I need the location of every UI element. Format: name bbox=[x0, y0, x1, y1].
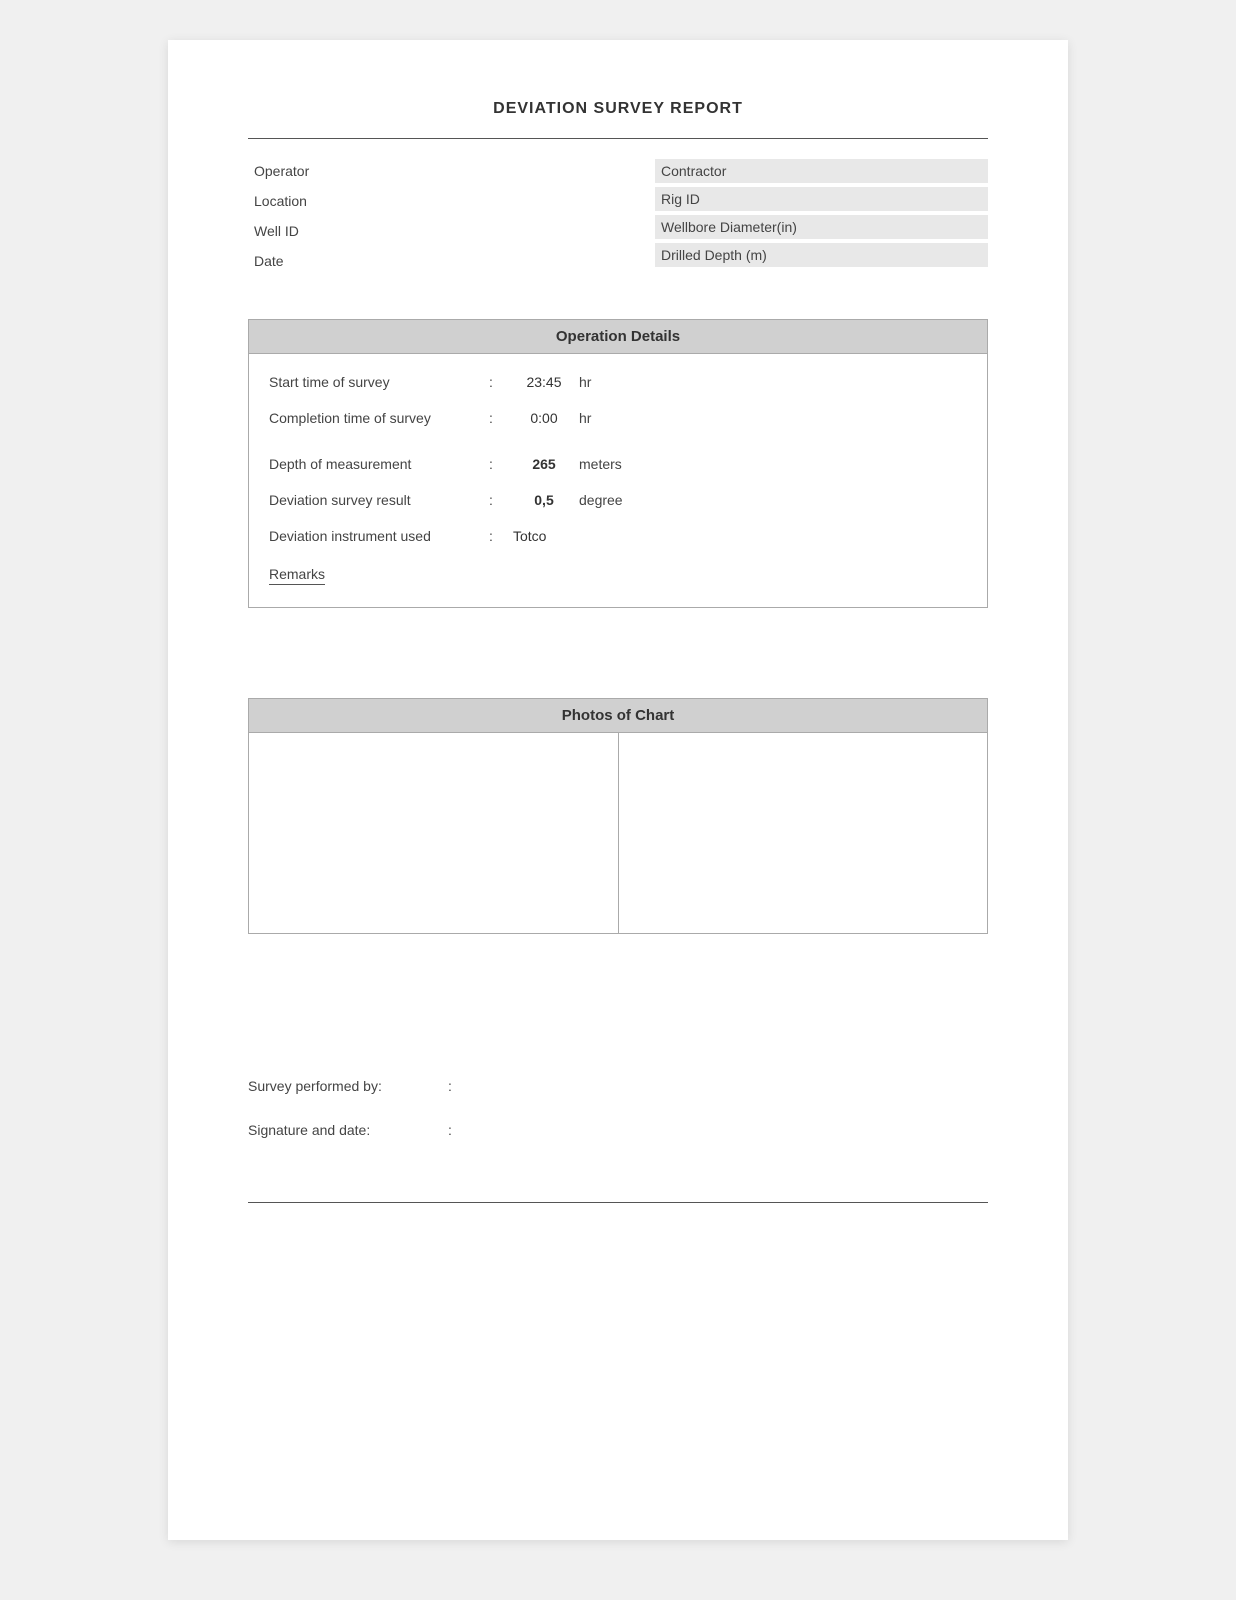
rig-id-row: Rig ID bbox=[655, 187, 988, 211]
location-row: Location bbox=[248, 189, 581, 213]
photo-box-right bbox=[619, 733, 988, 933]
operation-details-header: Operation Details bbox=[249, 320, 987, 354]
contractor-row: Contractor bbox=[655, 159, 988, 183]
completion-time-label: Completion time of survey bbox=[269, 410, 489, 426]
header-left: Operator Location Well ID Date bbox=[248, 159, 581, 279]
date-row: Date bbox=[248, 249, 581, 273]
remarks-label: Remarks bbox=[269, 566, 325, 585]
wellbore-diameter-label: Wellbore Diameter(in) bbox=[661, 219, 797, 235]
depth-colon: : bbox=[489, 456, 509, 472]
spacer-1 bbox=[248, 638, 988, 698]
report-title: DEVIATION SURVEY REPORT bbox=[248, 100, 988, 118]
operation-details-section: Operation Details Start time of survey :… bbox=[248, 319, 988, 608]
signature-date-colon: : bbox=[448, 1122, 452, 1138]
start-time-row: Start time of survey : 23:45 hr bbox=[269, 364, 967, 400]
deviation-instrument-value: Totco bbox=[509, 528, 579, 544]
photos-body bbox=[249, 733, 987, 933]
drilled-depth-row: Drilled Depth (m) bbox=[655, 243, 988, 267]
depth-value: 265 bbox=[509, 456, 579, 472]
photo-box-left bbox=[249, 733, 619, 933]
header-right: Contractor Rig ID Wellbore Diameter(in) … bbox=[655, 159, 988, 279]
depth-row: Depth of measurement : 265 meters bbox=[269, 446, 967, 482]
signature-date-label: Signature and date: bbox=[248, 1122, 448, 1138]
deviation-instrument-label: Deviation instrument used bbox=[269, 528, 489, 544]
operation-details-body: Start time of survey : 23:45 hr Completi… bbox=[249, 354, 987, 607]
completion-time-row: Completion time of survey : 0:00 hr bbox=[269, 400, 967, 436]
completion-time-unit: hr bbox=[579, 410, 591, 426]
performed-by-colon: : bbox=[448, 1078, 452, 1094]
bottom-divider bbox=[248, 1202, 988, 1203]
depth-unit: meters bbox=[579, 456, 622, 472]
well-id-label: Well ID bbox=[254, 223, 384, 239]
location-label: Location bbox=[254, 193, 384, 209]
deviation-result-row: Deviation survey result : 0,5 degree bbox=[269, 482, 967, 518]
remarks-row: Remarks bbox=[269, 554, 967, 597]
completion-time-value: 0:00 bbox=[509, 410, 579, 426]
start-time-colon: : bbox=[489, 374, 509, 390]
signature-section: Survey performed by: : Signature and dat… bbox=[248, 1064, 988, 1152]
contractor-label: Contractor bbox=[661, 163, 791, 179]
deviation-instrument-colon: : bbox=[489, 528, 509, 544]
header-info: Operator Location Well ID Date Contracto… bbox=[248, 159, 988, 279]
date-label: Date bbox=[254, 253, 384, 269]
performed-by-row: Survey performed by: : bbox=[248, 1064, 988, 1108]
start-time-unit: hr bbox=[579, 374, 591, 390]
deviation-result-unit: degree bbox=[579, 492, 623, 508]
performed-by-label: Survey performed by: bbox=[248, 1078, 448, 1094]
deviation-result-label: Deviation survey result bbox=[269, 492, 489, 508]
spacer-2 bbox=[248, 984, 988, 1034]
page-container: DEVIATION SURVEY REPORT Operator Locatio… bbox=[168, 40, 1068, 1540]
deviation-result-value: 0,5 bbox=[509, 492, 579, 508]
deviation-result-colon: : bbox=[489, 492, 509, 508]
start-time-label: Start time of survey bbox=[269, 374, 489, 390]
signature-date-row: Signature and date: : bbox=[248, 1108, 988, 1152]
start-time-value: 23:45 bbox=[509, 374, 579, 390]
rig-id-label: Rig ID bbox=[661, 191, 791, 207]
deviation-instrument-row: Deviation instrument used : Totco bbox=[269, 518, 967, 554]
operator-label: Operator bbox=[254, 163, 384, 179]
completion-time-colon: : bbox=[489, 410, 509, 426]
well-id-row: Well ID bbox=[248, 219, 581, 243]
photos-header: Photos of Chart bbox=[249, 699, 987, 733]
wellbore-diameter-row: Wellbore Diameter(in) bbox=[655, 215, 988, 239]
drilled-depth-label: Drilled Depth (m) bbox=[661, 247, 791, 263]
operator-row: Operator bbox=[248, 159, 581, 183]
top-divider bbox=[248, 138, 988, 139]
depth-label: Depth of measurement bbox=[269, 456, 489, 472]
photos-section: Photos of Chart bbox=[248, 698, 988, 934]
